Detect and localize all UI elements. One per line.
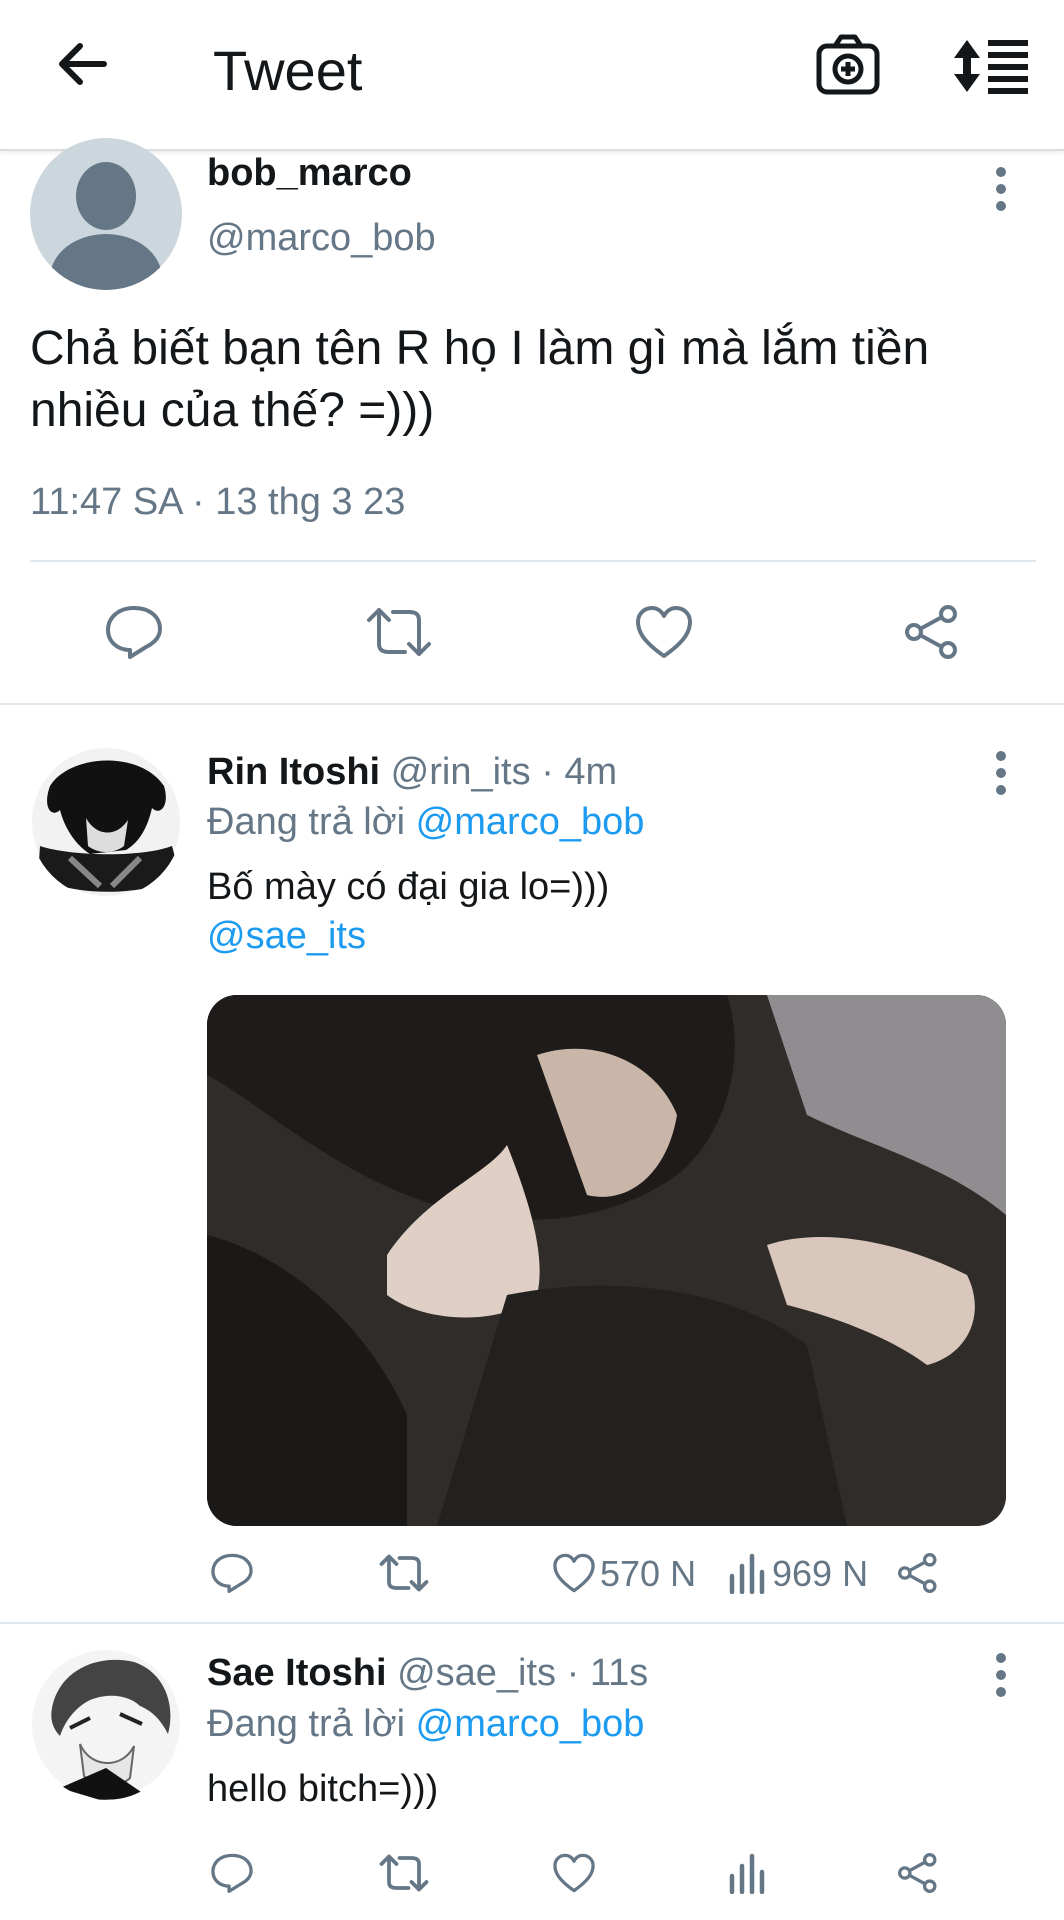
reply-header: Rin Itoshi @rin_its · 4m — [207, 751, 617, 794]
more-vertical-icon[interactable] — [991, 750, 1011, 796]
like-icon[interactable] — [552, 1852, 596, 1894]
reply-icon[interactable] — [104, 604, 164, 660]
author-name[interactable]: Sae Itoshi — [207, 1652, 387, 1694]
replying-to-link[interactable]: @marco_bob — [416, 1703, 645, 1745]
avatar[interactable] — [30, 138, 182, 290]
photo-image — [207, 995, 1006, 1526]
divider — [0, 703, 1064, 705]
default-avatar-icon — [50, 162, 162, 290]
sort-icon[interactable] — [952, 36, 1030, 96]
divider — [30, 560, 1036, 562]
avatar[interactable] — [30, 746, 182, 898]
avatar[interactable] — [30, 1648, 182, 1800]
replying-prefix: Đang trả lời — [207, 801, 406, 843]
reply-icon[interactable] — [210, 1852, 254, 1894]
more-vertical-icon[interactable] — [991, 166, 1011, 212]
mention-link[interactable]: @sae_its — [207, 915, 366, 958]
replying-to: Đang trả lời @marco_bob — [207, 801, 644, 844]
like-icon[interactable] — [634, 604, 694, 660]
tweet-text-line: Chả biết bạn tên R họ I làm gì mà lắm ti… — [30, 322, 930, 375]
retweet-icon[interactable] — [378, 1852, 430, 1894]
top-bar: Tweet — [0, 0, 1064, 151]
views-icon[interactable] — [728, 1852, 768, 1894]
author-handle[interactable]: @marco_bob — [207, 217, 436, 260]
tweet-age: · 4m — [541, 751, 618, 793]
retweet-icon[interactable] — [378, 1552, 430, 1594]
back-arrow-icon[interactable] — [52, 34, 112, 94]
replying-to: Đang trả lời @marco_bob — [207, 1703, 644, 1746]
author-handle[interactable]: @sae_its — [397, 1652, 556, 1694]
share-icon[interactable] — [902, 604, 962, 660]
camera-plus-icon[interactable] — [815, 32, 881, 98]
author-name[interactable]: Rin Itoshi — [207, 751, 380, 793]
like-count: 570 N — [600, 1553, 697, 1594]
retweet-icon[interactable] — [365, 604, 433, 660]
reply-icon[interactable] — [210, 1552, 254, 1594]
author-name[interactable]: bob_marco — [207, 152, 412, 195]
views-icon[interactable] — [728, 1552, 768, 1594]
share-icon[interactable] — [896, 1852, 940, 1894]
page-title: Tweet — [213, 39, 363, 102]
views-count: 969 N — [772, 1553, 869, 1594]
tweet-text: hello bitch=))) — [207, 1768, 439, 1810]
replying-to-link[interactable]: @marco_bob — [416, 801, 645, 843]
manga-avatar-image — [32, 1650, 180, 1800]
share-icon[interactable] — [896, 1552, 940, 1594]
tweet-timestamp: 11:47 SA · 13 thg 3 23 — [30, 481, 406, 523]
more-vertical-icon[interactable] — [991, 1652, 1011, 1698]
tweet-text: Chả biết bạn tên R họ I làm gì mà lắm ti… — [30, 318, 1030, 442]
author-handle[interactable]: @rin_its — [391, 751, 531, 793]
divider — [0, 1622, 1064, 1624]
like-icon[interactable] — [552, 1552, 596, 1594]
tweet-media-image[interactable] — [207, 995, 1006, 1526]
tweet-text: Bố mày có đại gia lo=))) — [207, 866, 610, 908]
tweet-age: · 11s — [566, 1652, 649, 1694]
replying-prefix: Đang trả lời — [207, 1703, 406, 1745]
tweet-text-line: nhiều của thế? =))) — [30, 384, 435, 437]
manga-avatar-image — [32, 748, 180, 896]
reply-header: Sae Itoshi @sae_its · 11s — [207, 1652, 648, 1695]
